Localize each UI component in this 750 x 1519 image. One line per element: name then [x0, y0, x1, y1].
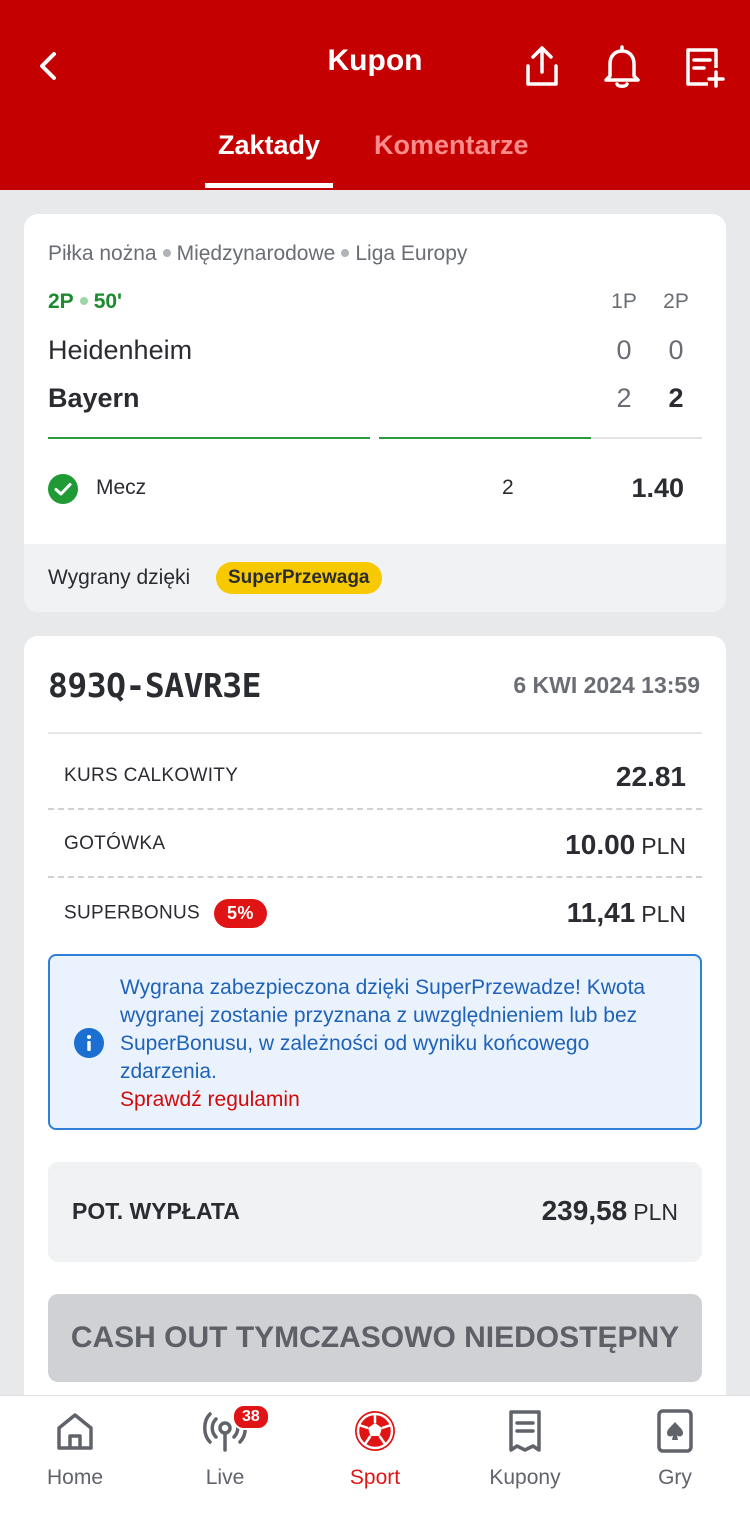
- divider: [48, 808, 702, 810]
- stake-value: 10.00 PLN: [565, 829, 686, 861]
- nav-live-label: Live: [205, 1466, 245, 1489]
- home-icon: [57, 1413, 93, 1450]
- superbonus-percent-badge: 5%: [214, 899, 267, 928]
- win-reason-footer: Wygrany dzięki SuperPrzewaga: [24, 544, 726, 612]
- superbonus-label: SUPERBONUS 5%: [64, 899, 267, 928]
- share-icon[interactable]: [520, 42, 564, 90]
- live-count-badge: 38: [232, 1404, 270, 1430]
- info-box: Wygrana zabezpieczona dzięki SuperPrzewa…: [48, 954, 702, 1130]
- bell-icon[interactable]: [600, 42, 644, 90]
- info-text: Wygrana zabezpieczona dzięki SuperPrzewa…: [120, 976, 646, 1083]
- coupon-id: 893Q-SAVR3E: [48, 666, 262, 705]
- cards-icon: [657, 1409, 693, 1453]
- potential-payout: POT. WYPŁATA 239,58 PLN: [48, 1162, 702, 1262]
- nav-home[interactable]: Home: [0, 1396, 150, 1519]
- soccer-ball-icon: [355, 1411, 395, 1451]
- payout-number: 239,58: [541, 1195, 628, 1226]
- divider: [48, 732, 702, 734]
- info-icon: [74, 1028, 104, 1058]
- coupon-date: 6 KWI 2024 13:59: [513, 672, 700, 698]
- receipt-icon: [509, 1410, 541, 1452]
- bottom-navigation: Home 38 Live Sport Kupony Gry: [0, 1395, 750, 1519]
- total-odds-value: 22.81: [616, 761, 686, 793]
- nav-coupons[interactable]: Kupony: [450, 1396, 600, 1519]
- stake-number: 10.00: [565, 829, 636, 860]
- payout-label: POT. WYPŁATA: [72, 1198, 240, 1224]
- payout-currency: PLN: [633, 1199, 678, 1225]
- tab-comments[interactable]: Komentarze: [374, 130, 529, 161]
- active-tab-indicator: [205, 183, 333, 188]
- stake-currency: PLN: [641, 833, 686, 859]
- progress-half-1: [48, 437, 370, 439]
- breadcrumb-region[interactable]: Międzynarodowe: [177, 242, 336, 265]
- nav-live[interactable]: 38 Live: [150, 1396, 300, 1519]
- breadcrumb-sport[interactable]: Piłka nożna: [48, 242, 157, 265]
- home-score-1p: 0: [616, 335, 632, 365]
- superbonus-currency: PLN: [641, 901, 686, 927]
- breadcrumb: Piłka nożna Międzynarodowe Liga Europy: [48, 242, 467, 266]
- superbonus-text: SUPERBONUS: [64, 902, 201, 924]
- bet-pick: 2: [502, 476, 514, 499]
- won-check-icon: [48, 474, 78, 504]
- nav-games[interactable]: Gry: [600, 1396, 750, 1519]
- cashout-button[interactable]: CASH OUT TYMCZASOWO NIEDOSTĘPNY: [48, 1294, 702, 1382]
- info-message: Wygrana zabezpieczona dzięki SuperPrzewa…: [120, 974, 690, 1114]
- home-team-name: Heidenheim: [48, 335, 193, 365]
- nav-coupons-label: Kupony: [489, 1466, 561, 1489]
- nav-home-label: Home: [46, 1466, 104, 1489]
- top-header: Kupon Zaktady Komentarze: [0, 0, 750, 190]
- away-score-2p: 2: [668, 383, 684, 413]
- note-add-icon[interactable]: [682, 42, 726, 90]
- match-status: 2P 50': [48, 290, 122, 314]
- tab-bets[interactable]: Zaktady: [205, 130, 333, 161]
- breadcrumb-separator: [162, 248, 171, 257]
- breadcrumb-league[interactable]: Liga Europy: [355, 242, 467, 265]
- bet-odds: 1.40: [631, 473, 684, 503]
- win-reason-label: Wygrany dzięki: [48, 566, 191, 589]
- col-header-2p: 2P: [663, 290, 689, 313]
- match-period: 2P: [48, 290, 74, 313]
- total-odds-label: KURS CALKOWITY: [64, 765, 239, 786]
- divider: [48, 876, 702, 878]
- nav-games-label: Gry: [658, 1466, 692, 1489]
- away-team-name: Bayern: [48, 383, 140, 413]
- status-separator: [79, 296, 88, 305]
- home-score-2p: 0: [668, 335, 684, 365]
- progress-remaining: [591, 437, 702, 439]
- terms-link[interactable]: Sprawdź regulamin: [120, 1086, 690, 1114]
- match-minute: 50': [93, 290, 123, 313]
- progress-half-2: [379, 437, 591, 439]
- breadcrumb-separator: [341, 248, 350, 257]
- payout-value: 239,58 PLN: [542, 1195, 678, 1227]
- bet-market: Mecz: [96, 476, 147, 499]
- coupon-card: 893Q-SAVR3E 6 KWI 2024 13:59 KURS CALKOW…: [24, 636, 726, 1416]
- away-score-1p: 2: [616, 383, 632, 413]
- col-header-1p: 1P: [611, 290, 637, 313]
- nav-sport[interactable]: Sport: [300, 1396, 450, 1519]
- stake-label: GOTÓWKA: [64, 833, 166, 854]
- event-card: Piłka nożna Międzynarodowe Liga Europy 2P 5…: [24, 214, 726, 612]
- superbonus-number: 11,41: [566, 897, 636, 928]
- total-odds-number: 22.81: [615, 761, 686, 792]
- nav-sport-label: Sport: [349, 1466, 401, 1489]
- superprzewaga-badge: SuperPrzewaga: [216, 562, 382, 594]
- superbonus-value: 11,41 PLN: [567, 897, 686, 929]
